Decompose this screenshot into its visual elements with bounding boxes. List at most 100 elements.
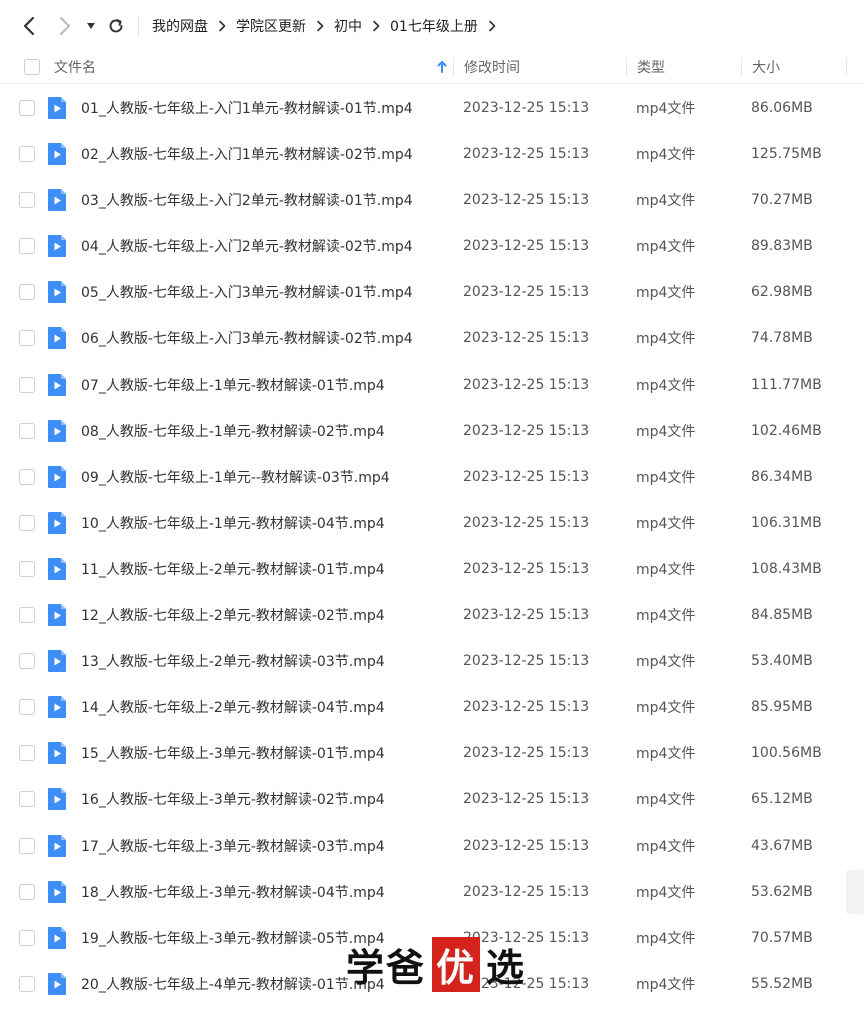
file-type: mp4文件 — [636, 193, 696, 210]
file-type: mp4文件 — [636, 515, 696, 532]
table-row[interactable]: 12_人教版-七年级上-2单元-教材解读-02节.mp4 2023-12-25 1… — [0, 592, 864, 638]
video-file-icon — [47, 234, 67, 258]
file-modified-time: 2023-12-25 15:13 — [463, 653, 590, 670]
table-row[interactable]: 06_人教版-七年级上-入门3单元-教材解读-02节.mp4 2023-12-25… — [0, 315, 864, 361]
column-header-size[interactable]: 大小 — [752, 50, 780, 84]
file-size: 108.43MB — [751, 560, 822, 577]
row-checkbox[interactable] — [19, 607, 35, 624]
table-row[interactable]: 02_人教版-七年级上-入门1单元-教材解读-02节.mp4 2023-12-25… — [0, 131, 864, 177]
file-name[interactable]: 12_人教版-七年级上-2单元-教材解读-02节.mp4 — [81, 592, 385, 638]
file-size: 106.31MB — [751, 514, 822, 531]
row-checkbox[interactable] — [19, 238, 35, 255]
history-dropdown-icon[interactable] — [82, 14, 100, 38]
table-row[interactable]: 17_人教版-七年级上-3单元-教材解读-03节.mp4 2023-12-25 1… — [0, 823, 864, 869]
file-name[interactable]: 05_人教版-七年级上-入门3单元-教材解读-01节.mp4 — [81, 269, 413, 315]
column-header-type[interactable]: 类型 — [637, 50, 665, 84]
file-name[interactable]: 18_人教版-七年级上-3单元-教材解读-04节.mp4 — [81, 869, 385, 915]
row-checkbox[interactable] — [19, 468, 35, 485]
video-file-icon — [47, 649, 67, 673]
file-size: 70.27MB — [751, 192, 813, 209]
row-checkbox[interactable] — [19, 883, 35, 900]
chevron-right-icon[interactable] — [488, 20, 496, 32]
file-name[interactable]: 19_人教版-七年级上-3单元-教材解读-05节.mp4 — [81, 915, 385, 961]
video-file-icon — [47, 741, 67, 765]
video-file-icon — [47, 280, 67, 304]
video-file-icon — [47, 834, 67, 858]
watermark-text: 学爸 — [346, 944, 427, 990]
row-checkbox[interactable] — [19, 192, 35, 209]
file-type: mp4文件 — [636, 239, 696, 256]
file-name[interactable]: 08_人教版-七年级上-1单元-教材解读-02节.mp4 — [81, 408, 385, 454]
table-row[interactable]: 13_人教版-七年级上-2单元-教材解读-03节.mp4 2023-12-25 1… — [0, 638, 864, 684]
file-name[interactable]: 03_人教版-七年级上-入门2单元-教材解读-01节.mp4 — [81, 177, 413, 223]
breadcrumb-item-academy-updates[interactable]: 学院区更新 — [236, 16, 306, 36]
file-name[interactable]: 10_人教版-七年级上-1单元-教材解读-04节.mp4 — [81, 500, 385, 546]
file-name[interactable]: 07_人教版-七年级上-1单元-教材解读-01节.mp4 — [81, 362, 385, 408]
column-header-modified-time[interactable]: 修改时间 — [464, 50, 520, 84]
file-name[interactable]: 16_人教版-七年级上-3单元-教材解读-02节.mp4 — [81, 776, 385, 822]
column-divider[interactable] — [741, 58, 742, 76]
table-row[interactable]: 16_人教版-七年级上-3单元-教材解读-02节.mp4 2023-12-25 1… — [0, 776, 864, 822]
file-modified-time: 2023-12-25 15:13 — [463, 607, 590, 624]
row-checkbox[interactable] — [19, 100, 35, 116]
file-size: 74.78MB — [751, 330, 813, 347]
video-file-icon — [47, 557, 67, 581]
row-checkbox[interactable] — [19, 791, 35, 808]
row-checkbox[interactable] — [19, 837, 35, 854]
breadcrumb-item-current-folder[interactable]: 01七年级上册 — [390, 16, 478, 36]
chevron-right-icon — [218, 20, 226, 32]
row-checkbox[interactable] — [19, 330, 35, 347]
file-name[interactable]: 11_人教版-七年级上-2单元-教材解读-01节.mp4 — [81, 546, 385, 592]
row-checkbox[interactable] — [19, 422, 35, 439]
scrollbar-thumb[interactable] — [846, 870, 864, 914]
row-checkbox[interactable] — [19, 284, 35, 301]
row-checkbox[interactable] — [19, 560, 35, 577]
breadcrumb-item-my-drive[interactable]: 我的网盘 — [152, 16, 208, 36]
sort-ascending-icon[interactable] — [436, 59, 448, 75]
row-checkbox[interactable] — [19, 699, 35, 716]
row-checkbox[interactable] — [19, 975, 35, 992]
file-name[interactable]: 17_人教版-七年级上-3单元-教材解读-03节.mp4 — [81, 823, 385, 869]
video-file-icon — [47, 373, 67, 397]
file-size: 89.83MB — [751, 238, 813, 255]
table-row[interactable]: 01_人教版-七年级上-入门1单元-教材解读-01节.mp4 2023-12-25… — [0, 85, 864, 131]
file-type: mp4文件 — [636, 377, 696, 394]
table-row[interactable]: 08_人教版-七年级上-1单元-教材解读-02节.mp4 2023-12-25 1… — [0, 408, 864, 454]
table-row[interactable]: 09_人教版-七年级上-1单元--教材解读-03节.mp4 2023-12-25 … — [0, 454, 864, 500]
column-divider[interactable] — [626, 58, 627, 76]
file-name[interactable]: 09_人教版-七年级上-1单元--教材解读-03节.mp4 — [81, 454, 390, 500]
table-row[interactable]: 10_人教版-七年级上-1单元-教材解读-04节.mp4 2023-12-25 1… — [0, 500, 864, 546]
file-name[interactable]: 04_人教版-七年级上-入门2单元-教材解读-02节.mp4 — [81, 223, 413, 269]
column-divider[interactable] — [846, 58, 847, 76]
refresh-icon[interactable] — [104, 14, 128, 38]
row-checkbox[interactable] — [19, 653, 35, 670]
row-checkbox[interactable] — [19, 745, 35, 762]
table-row[interactable]: 14_人教版-七年级上-2单元-教材解读-04节.mp4 2023-12-25 1… — [0, 684, 864, 730]
table-row[interactable]: 07_人教版-七年级上-1单元-教材解读-01节.mp4 2023-12-25 1… — [0, 362, 864, 408]
row-checkbox[interactable] — [19, 146, 35, 163]
breadcrumb-item-junior-high[interactable]: 初中 — [334, 16, 362, 36]
select-all-checkbox[interactable] — [24, 59, 40, 75]
file-name[interactable]: 01_人教版-七年级上-入门1单元-教材解读-01节.mp4 — [81, 85, 413, 131]
table-row[interactable]: 18_人教版-七年级上-3单元-教材解读-04节.mp4 2023-12-25 1… — [0, 869, 864, 915]
file-name[interactable]: 14_人教版-七年级上-2单元-教材解读-04节.mp4 — [81, 684, 385, 730]
table-row[interactable]: 15_人教版-七年级上-3单元-教材解读-01节.mp4 2023-12-25 1… — [0, 730, 864, 776]
row-checkbox[interactable] — [19, 376, 35, 393]
file-name[interactable]: 06_人教版-七年级上-入门3单元-教材解读-02节.mp4 — [81, 315, 413, 361]
column-header-name[interactable]: 文件名 — [54, 50, 452, 84]
file-name[interactable]: 15_人教版-七年级上-3单元-教材解读-01节.mp4 — [81, 730, 385, 776]
video-file-icon — [47, 465, 67, 489]
table-row[interactable]: 03_人教版-七年级上-入门2单元-教材解读-01节.mp4 2023-12-25… — [0, 177, 864, 223]
table-row[interactable]: 05_人教版-七年级上-入门3单元-教材解读-01节.mp4 2023-12-25… — [0, 269, 864, 315]
row-checkbox[interactable] — [19, 514, 35, 531]
file-name[interactable]: 02_人教版-七年级上-入门1单元-教材解读-02节.mp4 — [81, 131, 413, 177]
table-row[interactable]: 04_人教版-七年级上-入门2单元-教材解读-02节.mp4 2023-12-25… — [0, 223, 864, 269]
back-arrow-icon[interactable] — [17, 14, 41, 38]
file-modified-time: 2023-12-25 15:13 — [463, 514, 590, 531]
forward-arrow-icon[interactable] — [53, 14, 77, 38]
file-name[interactable]: 20_人教版-七年级上-4单元-教材解读-01节.mp4 — [81, 961, 385, 1007]
table-row[interactable]: 11_人教版-七年级上-2单元-教材解读-01节.mp4 2023-12-25 1… — [0, 546, 864, 592]
row-checkbox[interactable] — [19, 929, 35, 946]
file-name[interactable]: 13_人教版-七年级上-2单元-教材解读-03节.mp4 — [81, 638, 385, 684]
column-divider[interactable] — [453, 58, 454, 76]
